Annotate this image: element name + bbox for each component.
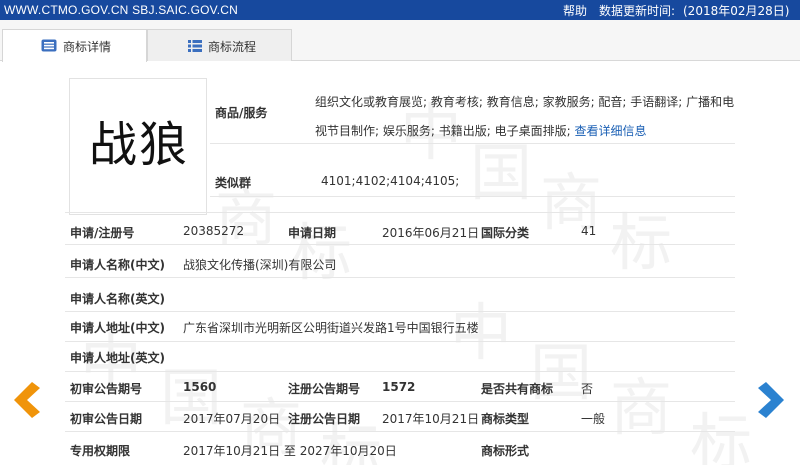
prelim-pub-date-value: 2017年07月20日 — [183, 412, 281, 426]
similar-group-value: 4101;4102;4104;4105; — [321, 174, 460, 188]
tab-label: 商标流程 — [208, 40, 257, 54]
apply-date-value: 2016年06月21日 — [382, 226, 480, 240]
site-domain: WWW.CTMO.GOV.CN SBJ.SAIC.GOV.CN — [4, 3, 239, 17]
trademark-mark-text: 战狼 — [88, 117, 189, 173]
reg-pub-no-value: 1572 — [382, 380, 416, 394]
exclusive-right-term-value: 2017年10月21日 至 2027年10月20日 — [183, 444, 397, 458]
divider — [210, 143, 735, 144]
exclusive-right-term-label: 专用权期限 — [70, 444, 131, 458]
trademark-image[interactable]: 战狼 — [69, 78, 207, 215]
shared-trademark-value: 否 — [581, 382, 594, 396]
applicant-name-cn-value: 战狼文化传播(深圳)有限公司 — [183, 258, 337, 272]
divider — [210, 196, 735, 197]
divider — [65, 277, 735, 278]
update-time-label: 数据更新时间: — [599, 4, 676, 18]
view-details-link[interactable]: 查看详细信息 — [574, 124, 646, 138]
prelim-pub-no-value: 1560 — [183, 380, 217, 394]
update-time-value: (2018年02月28日) — [683, 4, 790, 18]
applicant-address-cn-label: 申请人地址(中文) — [70, 321, 165, 335]
goods-services-value: 组织文化或教育展览; 教育考核; 教育信息; 家教服务; 配音; 手语翻译; 广… — [315, 88, 737, 146]
prelim-pub-date-label: 初审公告日期 — [70, 412, 143, 426]
trademark-type-label: 商标类型 — [481, 412, 530, 426]
applicant-name-cn-label: 申请人名称(中文) — [70, 258, 165, 272]
applicant-name-en-label: 申请人名称(英文) — [70, 292, 165, 306]
applicant-address-en-label: 申请人地址(英文) — [70, 351, 165, 365]
similar-group-label: 类似群 — [215, 176, 252, 190]
next-arrow-icon[interactable] — [756, 380, 786, 420]
top-bar: WWW.CTMO.GOV.CN SBJ.SAIC.GOV.CN 帮助 数据更新时… — [0, 0, 800, 20]
divider — [65, 311, 735, 312]
shared-trademark-label: 是否共有商标 — [481, 382, 554, 396]
goods-services-label: 商品/服务 — [215, 106, 268, 120]
tab-bar: 商标详情 商标流程 — [0, 20, 800, 62]
apply-date-label: 申请日期 — [288, 226, 337, 240]
intl-class-label: 国际分类 — [481, 226, 530, 240]
tab-trademark-process[interactable]: 商标流程 — [147, 29, 292, 61]
help-link[interactable]: 帮助 — [563, 2, 587, 19]
trademark-form-label: 商标形式 — [481, 444, 530, 458]
divider — [65, 341, 735, 342]
trademark-type-value: 一般 — [581, 412, 606, 426]
divider — [65, 431, 735, 432]
intl-class-value: 41 — [581, 224, 597, 238]
divider — [65, 371, 735, 372]
process-list-icon — [188, 40, 202, 52]
applicant-address-cn-value: 广东省深圳市光明新区公明街道兴发路1号中国银行五楼 — [183, 321, 479, 335]
tab-trademark-detail[interactable]: 商标详情 — [2, 29, 147, 62]
reg-no-label: 申请/注册号 — [70, 226, 135, 240]
divider — [65, 212, 735, 213]
divider — [65, 244, 735, 245]
reg-pub-date-value: 2017年10月21日 — [382, 412, 480, 426]
divider — [65, 401, 735, 402]
prelim-pub-no-label: 初审公告期号 — [70, 382, 143, 396]
goods-services-text: 组织文化或教育展览; 教育考核; 教育信息; 家教服务; 配音; 手语翻译; 广… — [315, 95, 735, 138]
tab-label: 商标详情 — [63, 40, 112, 54]
reg-no-value: 20385272 — [183, 224, 245, 238]
reg-pub-no-label: 注册公告期号 — [288, 382, 361, 396]
detail-list-icon — [41, 39, 57, 52]
reg-pub-date-label: 注册公告日期 — [288, 412, 361, 426]
prev-arrow-icon[interactable] — [12, 380, 42, 420]
detail-panel: 中 国 商 标 中 国 商 标 中 国 商 标 中 国 商 标 战狼 商品/服务… — [0, 62, 800, 465]
